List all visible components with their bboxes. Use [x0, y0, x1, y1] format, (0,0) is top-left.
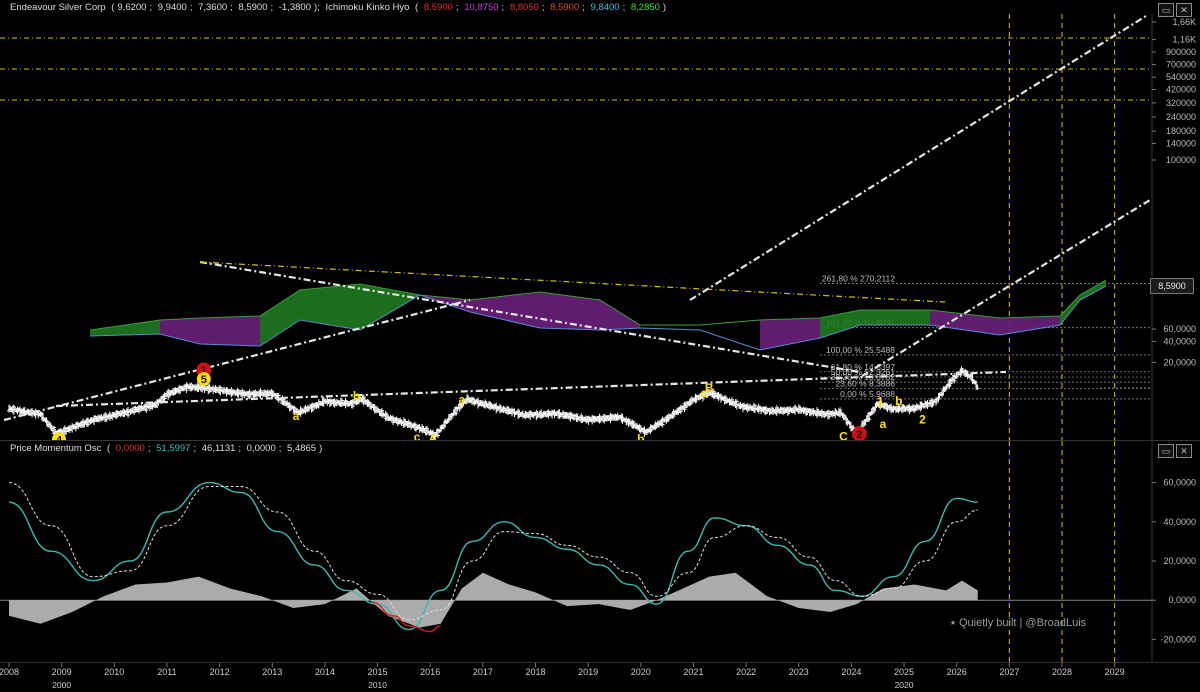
wave-label: b: [353, 389, 360, 403]
year-label: 2016: [420, 667, 440, 677]
ichimoku-cloud-bearish: [930, 310, 1060, 335]
wave-label: 1: [877, 394, 884, 408]
ichimoku-cloud-bullish: [260, 284, 420, 346]
price-tick-label: 40,0000: [1163, 336, 1196, 346]
year-label: 2014: [315, 667, 335, 677]
year-label: 2021: [683, 667, 703, 677]
osc-tick-label: 40,0000: [1163, 517, 1196, 527]
last-price-label: 8,5900: [1150, 278, 1194, 294]
year-label: 2010: [104, 667, 124, 677]
fib-level-label: 0,00 % 5,9688: [840, 389, 895, 399]
ichimoku-cloud-bearish: [760, 318, 820, 350]
trendline: [689, 15, 1147, 301]
credit-watermark: ⭑ Quietly built | @BroadLuis: [950, 617, 1087, 629]
decade-label: 2000: [52, 680, 71, 690]
osc-tick-label: 60,0000: [1163, 478, 1196, 488]
wave-label: C: [839, 430, 848, 440]
price-chart-canvas[interactable]: 1,66K 1,16K 900000 700000 540000 420000 320000…: [0, 0, 1200, 440]
year-label: 2015: [368, 667, 388, 677]
wave-label: A: [428, 431, 437, 440]
price-tick-label: 240000: [1166, 112, 1196, 122]
wave-label: c: [701, 386, 708, 400]
price-tick-label: 700000: [1166, 59, 1196, 69]
trendline: [861, 199, 1151, 377]
price-tick-label: 900000: [1166, 47, 1196, 57]
ichimoku-cloud-bullish: [1060, 280, 1106, 325]
year-label: 2013: [262, 667, 282, 677]
year-label: 2018: [525, 667, 545, 677]
ichimoku-cloud-bearish: [160, 316, 260, 346]
year-label: 2008: [0, 667, 19, 677]
wave-label: 5: [201, 374, 207, 386]
time-axis[interactable]: 2008 2009 2010 2011 2012 2013 2014 2015 2016 2017…: [0, 662, 1200, 692]
price-chart-panel[interactable]: Endeavour Silver Corp (9,6200; 9,9400; 7…: [0, 0, 1200, 440]
price-tick-label: 1,16K: [1172, 35, 1196, 45]
year-label: 2025: [894, 667, 914, 677]
year-label: 2019: [578, 667, 598, 677]
year-label: 2009: [52, 667, 72, 677]
price-tick-label: 420000: [1166, 85, 1196, 95]
price-tick-label: 100000: [1166, 155, 1196, 165]
price-tick-label: 20,0000: [1163, 357, 1196, 367]
fib-level-label: 100,00 % 25,5488: [826, 345, 895, 355]
year-label: 2026: [947, 667, 967, 677]
osc-tick-label: 0,0000: [1168, 595, 1196, 605]
decade-label: 2020: [895, 680, 914, 690]
price-tick-label: 320000: [1166, 98, 1196, 108]
year-label: 2022: [736, 667, 756, 677]
wave-label: 2: [856, 429, 862, 440]
year-label: 2024: [841, 667, 861, 677]
wave-label: a: [880, 417, 887, 431]
price-tick-label: 1,66K: [1172, 17, 1196, 27]
time-axis-canvas: 2008 2009 2010 2011 2012 2013 2014 2015 2016 2017…: [0, 663, 1125, 690]
year-label: 2029: [1105, 667, 1125, 677]
price-tick-label: 180000: [1166, 126, 1196, 136]
fib-level-label: 23,60 % 8,3886: [835, 379, 895, 389]
price-tick-label: 140000: [1166, 138, 1196, 148]
wave-label: a: [458, 392, 465, 406]
wave-label: b: [895, 394, 902, 408]
wave-label: a: [293, 409, 300, 423]
year-label: 2028: [1052, 667, 1072, 677]
wave-label: 2: [919, 413, 926, 427]
year-label: 2020: [631, 667, 651, 677]
price-tick-label: 60,0000: [1163, 324, 1196, 334]
year-label: 2023: [789, 667, 809, 677]
wave-label: c: [414, 430, 421, 440]
osc-tick-label: -20,0000: [1160, 634, 1196, 644]
fib-level-label: 261,80 % 270,2112: [822, 274, 895, 284]
decade-label: 2010: [368, 680, 387, 690]
year-label: 2027: [999, 667, 1019, 677]
year-label: 2017: [473, 667, 493, 677]
osc-tick-label: 20,0000: [1163, 556, 1196, 566]
ichimoku-cloud-bearish: [420, 292, 640, 330]
wave-label: b: [637, 432, 644, 440]
price-tick-label: 540000: [1166, 72, 1196, 82]
year-label: 2011: [157, 667, 176, 677]
year-label: 2012: [210, 667, 230, 677]
